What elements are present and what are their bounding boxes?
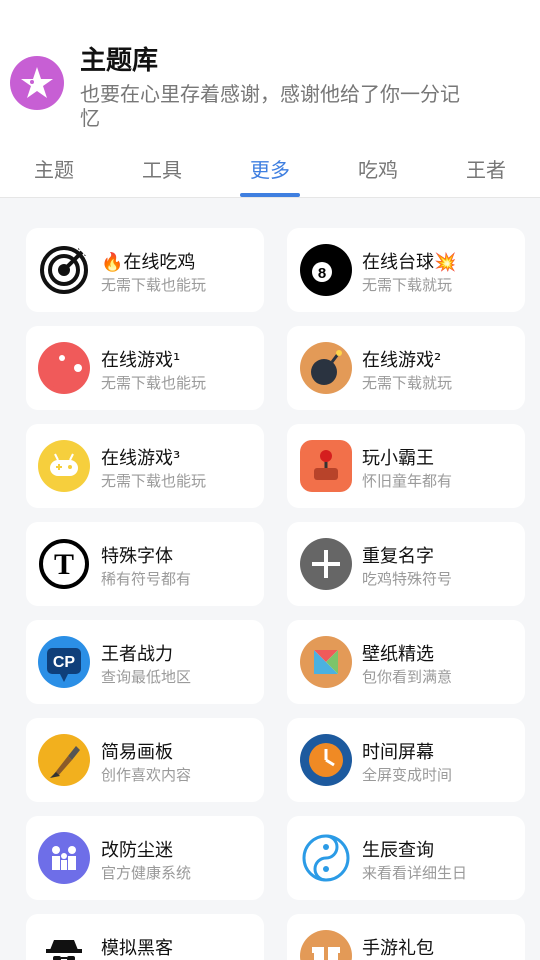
tab-honor-of-kings[interactable]: 王者 <box>432 154 540 183</box>
family-icon <box>38 832 90 884</box>
card-online-game-1[interactable]: 在线游戏¹ 无需下载也能玩 <box>26 326 264 410</box>
app-logo <box>10 56 64 110</box>
joystick-icon <box>300 440 352 492</box>
card-special-fonts[interactable]: T 特殊字体 稀有符号都有 <box>26 522 264 606</box>
card-title: 手游礼包 <box>362 938 434 959</box>
card-subtitle: 稀有符号都有 <box>101 570 192 588</box>
card-title: 重复名字 <box>362 546 434 567</box>
card-subtitle: 无需下载也能玩 <box>101 472 207 490</box>
card-title: 时间屏幕 <box>362 742 434 763</box>
card-title: 特殊字体 <box>101 546 173 567</box>
card-subtitle: 查询最低地区 <box>101 668 192 686</box>
card-anti-addiction[interactable]: 改防尘迷 官方健康系统 <box>26 816 264 900</box>
svg-text:CP: CP <box>53 654 76 671</box>
clock-icon <box>300 734 352 786</box>
svg-text:8: 8 <box>318 265 326 282</box>
card-title: 壁纸精选 <box>362 644 434 665</box>
card-online-billiards[interactable]: 8 在线台球💥 无需下载就玩 <box>287 228 525 312</box>
card-subtitle: 怀旧童年都有 <box>362 472 453 490</box>
card-duplicate-name[interactable]: 重复名字 吃鸡特殊符号 <box>287 522 525 606</box>
yin-yang-icon <box>300 832 352 884</box>
card-subtitle: 无需下载就玩 <box>362 374 453 392</box>
card-subtitle: 官方健康系统 <box>101 864 192 882</box>
card-title: 在线游戏² <box>362 350 442 371</box>
card-nes-emulator[interactable]: 玩小霸王 怀旧童年都有 <box>287 424 525 508</box>
card-title: 改防尘迷 <box>101 840 173 861</box>
card-game-gift[interactable]: 手游礼包 <box>287 914 525 960</box>
card-subtitle: 无需下载就玩 <box>362 276 453 294</box>
card-online-pubg[interactable]: 🔥在线吃鸡 无需下载也能玩 <box>26 228 264 312</box>
target-icon <box>38 244 90 296</box>
card-subtitle: 创作喜欢内容 <box>101 766 192 784</box>
gift-icon <box>300 930 352 960</box>
tab-tools[interactable]: 工具 <box>108 154 216 183</box>
star-icon <box>21 67 53 98</box>
card-title: 在线台球💥 <box>362 252 457 273</box>
pacman-icon <box>38 342 90 394</box>
page-subtitle: 也要在心里存着感谢，感谢他给了你一分记忆 <box>80 82 460 130</box>
tab-bar: 主题 工具 更多 吃鸡 王者 <box>0 140 540 198</box>
card-title: 在线游戏¹ <box>101 350 181 371</box>
card-title: 🔥在线吃鸡 <box>101 252 196 273</box>
hacker-icon <box>38 930 90 960</box>
card-drawing-board[interactable]: 简易画板 创作喜欢内容 <box>26 718 264 802</box>
plus-icon <box>300 538 352 590</box>
card-subtitle: 无需下载也能玩 <box>101 374 207 392</box>
wallpaper-icon <box>300 636 352 688</box>
tab-theme[interactable]: 主题 <box>0 154 108 183</box>
font-t-icon: T <box>38 538 90 590</box>
card-online-game-3[interactable]: 在线游戏³ 无需下载也能玩 <box>26 424 264 508</box>
card-subtitle: 无需下载也能玩 <box>101 276 207 294</box>
card-birthday-lookup[interactable]: 生辰查询 来看看详细生日 <box>287 816 525 900</box>
card-hok-power[interactable]: CP 王者战力 查询最低地区 <box>26 620 264 704</box>
card-online-game-2[interactable]: 在线游戏² 无需下载就玩 <box>287 326 525 410</box>
card-time-screen[interactable]: 时间屏幕 全屏变成时间 <box>287 718 525 802</box>
card-title: 王者战力 <box>101 644 173 665</box>
billiard-8-ball-icon: 8 <box>300 244 352 296</box>
card-fake-hacker[interactable]: 模拟黑客 <box>26 914 264 960</box>
card-title: 玩小霸王 <box>362 448 434 469</box>
card-title: 模拟黑客 <box>101 938 173 959</box>
card-title: 生辰查询 <box>362 840 434 861</box>
card-subtitle: 吃鸡特殊符号 <box>362 570 453 588</box>
card-title: 在线游戏³ <box>101 448 181 469</box>
card-title: 简易画板 <box>101 742 173 763</box>
tab-active-indicator <box>240 193 300 197</box>
paintbrush-icon <box>38 734 90 786</box>
gamepad-icon <box>38 440 90 492</box>
card-subtitle: 全屏变成时间 <box>362 766 453 784</box>
svg-text:T: T <box>54 548 74 581</box>
card-subtitle: 来看看详细生日 <box>362 864 468 882</box>
bomb-icon <box>300 342 352 394</box>
tab-pubg[interactable]: 吃鸡 <box>324 154 432 183</box>
cp-badge-icon: CP <box>38 636 90 688</box>
card-subtitle: 包你看到满意 <box>362 668 453 686</box>
page-title: 主题库 <box>80 46 159 76</box>
app-header: 主题库 也要在心里存着感谢，感谢他给了你一分记忆 <box>0 0 540 140</box>
card-wallpapers[interactable]: 壁纸精选 包你看到满意 <box>287 620 525 704</box>
tab-more[interactable]: 更多 <box>216 154 324 183</box>
